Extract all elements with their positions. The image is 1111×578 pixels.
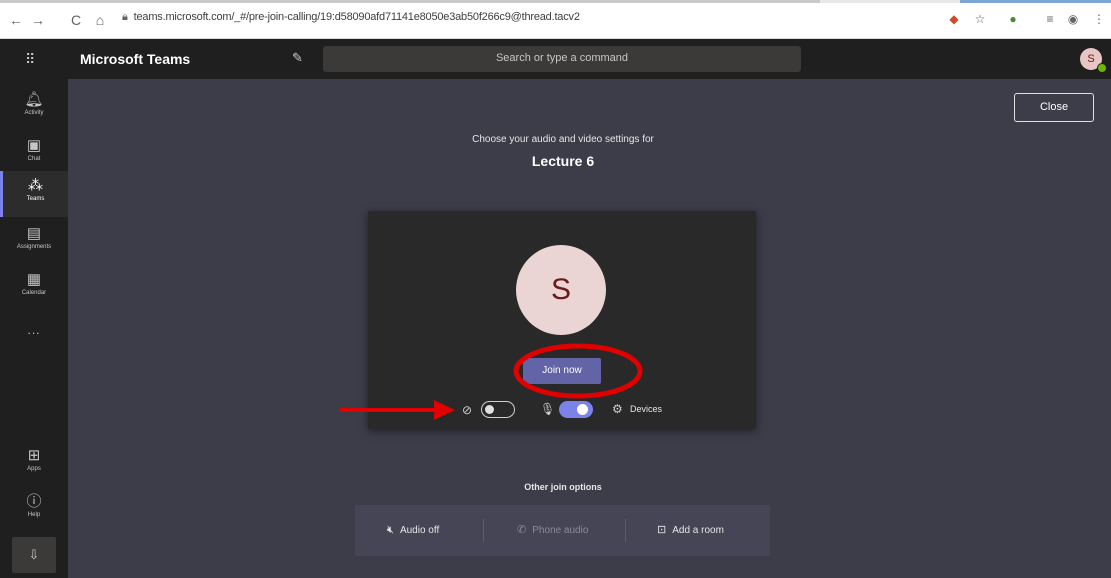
settings-prompt: Choose your audio and video settings for xyxy=(472,134,654,145)
camera-toggle[interactable] xyxy=(481,401,515,418)
address-bar[interactable]: 🔒︎ teams.microsoft.com/_#/pre-join-callin… xyxy=(122,11,580,24)
phone-audio-button[interactable]: ✆ Phone audio xyxy=(517,505,588,556)
extension-icon[interactable]: ◆ xyxy=(947,12,961,26)
speaker-off-icon: 🔇︎ xyxy=(387,524,394,536)
devices-button[interactable]: Devices xyxy=(630,404,662,414)
lock-icon: 🔒︎ xyxy=(122,11,128,23)
rail-item-teams[interactable]: ⁂ Teams xyxy=(0,171,68,217)
help-icon: ⓘ xyxy=(26,493,42,510)
teams-icon: ⁂ xyxy=(28,177,43,194)
profile-icon[interactable]: ◉ xyxy=(1066,12,1080,26)
apps-icon: ⊞ xyxy=(27,447,41,464)
rail-item-apps[interactable]: ⊞ Apps xyxy=(0,441,68,487)
rail-item-activity[interactable]: 🔔︎ Activity xyxy=(0,85,68,131)
join-now-button[interactable]: Join now xyxy=(523,358,601,384)
home-icon[interactable]: ⌂ xyxy=(92,12,108,28)
close-button[interactable]: Close xyxy=(1014,93,1094,122)
new-chat-icon[interactable]: ✎ xyxy=(292,50,303,66)
microphone-icon: 🎙︎ xyxy=(540,402,556,416)
url-text: teams.microsoft.com/_#/pre-join-calling/… xyxy=(133,11,580,23)
settings-icon[interactable]: ⚙ xyxy=(612,402,623,416)
rail-item-help[interactable]: ⓘ Help xyxy=(0,487,68,533)
download-app-icon[interactable]: ⇩ xyxy=(12,537,56,573)
prejoin-screen: Close Choose your audio and video settin… xyxy=(68,79,1111,578)
extension-icon-2[interactable]: ● xyxy=(1006,12,1020,26)
browser-toolbar: ← → C ⌂ 🔒︎ teams.microsoft.com/_#/pre-joi… xyxy=(0,0,1111,39)
more-apps-icon[interactable]: ... xyxy=(0,323,68,337)
status-available-icon xyxy=(1097,63,1107,73)
menu-icon[interactable]: ⋮ xyxy=(1092,12,1106,26)
calendar-icon: ▦ xyxy=(26,271,42,288)
search-input[interactable]: Search or type a command xyxy=(323,46,801,72)
divider xyxy=(625,519,626,542)
divider xyxy=(483,519,484,542)
camera-off-icon: ⊘ xyxy=(462,403,473,417)
assignments-icon: ▤ xyxy=(26,225,42,242)
app-launcher-icon[interactable]: ⠿ xyxy=(25,51,35,68)
teams-header: ⠿ Microsoft Teams ✎ Search or type a com… xyxy=(0,39,1111,79)
meeting-title: Lecture 6 xyxy=(531,153,595,169)
app-rail: 🔔︎ Activity ▣ Chat ⁂ Teams ▤ Assignments… xyxy=(0,79,68,578)
microphone-toggle[interactable] xyxy=(559,401,593,418)
forward-icon[interactable]: → xyxy=(30,12,46,28)
reload-icon[interactable]: C xyxy=(68,12,84,28)
star-icon[interactable]: ☆ xyxy=(973,12,987,26)
bell-icon: 🔔︎ xyxy=(24,91,44,108)
loading-bar xyxy=(0,0,1111,3)
reading-list-icon[interactable]: ≡ xyxy=(1043,12,1057,26)
chat-icon: ▣ xyxy=(26,137,42,154)
device-controls: ⊘ 🎙︎ ⚙ Devices xyxy=(368,398,756,420)
preview-avatar: S xyxy=(516,245,606,335)
add-room-button[interactable]: ⊡ Add a room xyxy=(657,505,724,556)
audio-off-button[interactable]: 🔇︎ Audio off xyxy=(387,505,439,556)
phone-icon: ✆ xyxy=(517,524,527,536)
app-title: Microsoft Teams xyxy=(80,51,191,67)
search-placeholder: Search or type a command xyxy=(495,52,629,64)
rail-item-calendar[interactable]: ▦ Calendar xyxy=(0,265,68,311)
video-preview: S Join now ⊘ 🎙︎ ⚙ Devices xyxy=(368,211,756,429)
other-join-options-title: Other join options xyxy=(524,482,602,492)
back-icon[interactable]: ← xyxy=(8,12,24,28)
room-icon: ⊡ xyxy=(657,524,667,536)
rail-item-assignments[interactable]: ▤ Assignments xyxy=(0,219,68,265)
other-join-options: 🔇︎ Audio off ✆ Phone audio ⊡ Add a room xyxy=(355,505,770,556)
